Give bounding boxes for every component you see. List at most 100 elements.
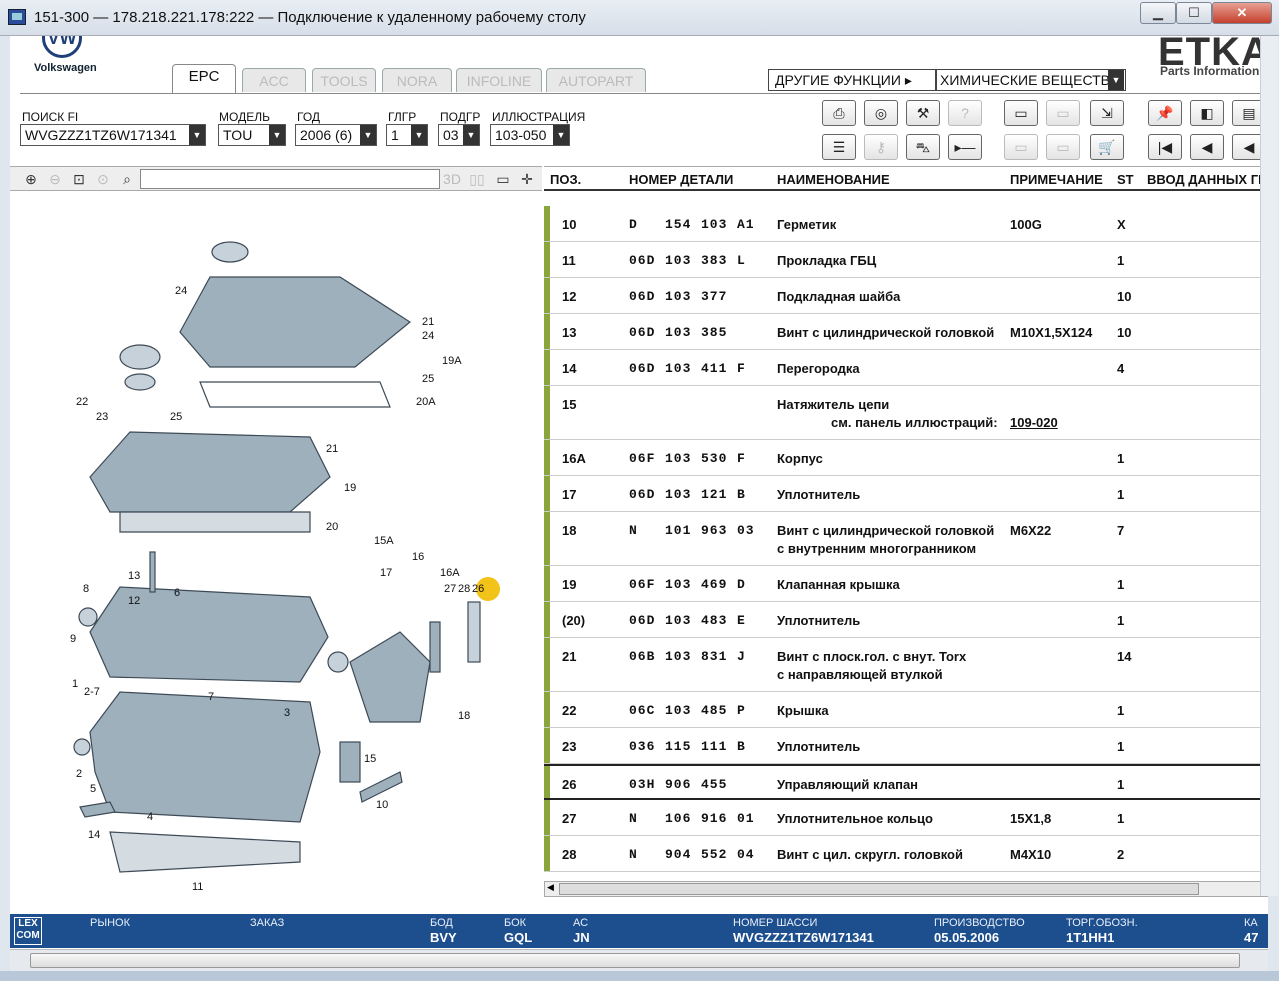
3d-button[interactable]: 3D xyxy=(442,169,462,189)
table-row[interactable]: 22 06C 103 485 P Крышка 1 xyxy=(544,692,1268,728)
other-functions-menu[interactable]: ДРУГИЕ ФУНКЦИИ ▸ xyxy=(768,69,936,91)
prev-page-icon[interactable]: ◀ xyxy=(1190,134,1224,160)
parts-illustration[interactable]: 24 21 24 19A 25 22 23 25 20A 21 19 20 15… xyxy=(10,192,542,912)
podgr-select[interactable]: 03 ▼ xyxy=(438,124,480,146)
split-view-icon[interactable]: ▯▯ xyxy=(466,169,488,189)
rdp-app-icon xyxy=(8,9,26,25)
table-row[interactable]: 28 N 904 552 04 Винт с цил. скругл. головкой M… xyxy=(544,836,1268,872)
scroll-left-icon[interactable]: ◀ xyxy=(547,882,554,893)
zoom-out-icon[interactable]: ⊖ xyxy=(44,169,66,189)
table-row[interactable]: 19 06F 103 469 D Клапанная крышка 1 xyxy=(544,566,1268,602)
col-header-input[interactable]: ВВОД ДАННЫХ ГР xyxy=(1147,172,1267,187)
cell-pos: 23 xyxy=(562,739,577,754)
glgr-select[interactable]: 1 ▼ xyxy=(386,124,428,146)
print-icon[interactable]: ⎙ xyxy=(822,100,856,126)
table-row[interactable]: 13 06D 103 385 Винт с цилиндрической головко… xyxy=(544,314,1268,350)
table-row[interactable]: 23 036 115 111 B Уплотнитель 1 xyxy=(544,728,1268,764)
pin-icon[interactable]: 📌 xyxy=(1148,100,1182,126)
table-row[interactable]: 21 06B 103 831 J Винт с плоск.гол. с внут. To… xyxy=(544,638,1268,692)
chemicals-dropdown-icon[interactable]: ▼ xyxy=(1108,70,1124,90)
zoom-fit-icon[interactable]: ⊡ xyxy=(68,169,90,189)
cart-icon[interactable]: 🛒 xyxy=(1090,134,1124,160)
row-marker xyxy=(544,278,550,313)
cell-name: Уплотнитель xyxy=(777,613,861,628)
car-icon[interactable]: ⛍ xyxy=(906,134,940,160)
callout-label: 13 xyxy=(128,570,140,582)
help-icon[interactable]: ? xyxy=(948,100,982,126)
col-header-pos[interactable]: ПОЗ. xyxy=(550,172,581,187)
window-vertical-scrollbar[interactable] xyxy=(1260,36,1278,896)
compare-icon[interactable]: ▭ xyxy=(1004,134,1038,160)
cell-part-number: 483 xyxy=(701,613,728,628)
chemicals-select[interactable]: ХИМИЧЕСКИЕ ВЕЩЕСТВА xyxy=(936,69,1126,91)
chevron-down-icon[interactable]: ▼ xyxy=(189,125,205,145)
chevron-down-icon[interactable]: ▼ xyxy=(411,125,427,145)
year-select[interactable]: 2006 (6) ▼ xyxy=(295,124,377,146)
chevron-down-icon[interactable]: ▼ xyxy=(553,125,569,145)
table-row[interactable]: 12 06D 103 377 Подкладная шайба 10 xyxy=(544,278,1268,314)
tab-nora[interactable]: NORA xyxy=(382,68,452,92)
cell-part-number: 530 xyxy=(701,451,728,466)
col-header-name[interactable]: НАИМЕНОВАНИЕ xyxy=(777,172,890,187)
chevron-down-icon[interactable]: ▼ xyxy=(360,125,376,145)
key-icon[interactable]: ⚷ xyxy=(864,134,898,160)
tab-infoline[interactable]: INFOLINE xyxy=(456,68,542,92)
table-row[interactable]: 14 06D 103 411 F Перегородка 4 xyxy=(544,350,1268,386)
table-row[interactable]: 27 N 106 916 01 Уплотнительное кольцо 15X1,8 1 xyxy=(544,800,1268,836)
table-row[interactable]: (20) 06D 103 483 E Уплотнитель 1 xyxy=(544,602,1268,638)
table-row[interactable]: 11 06D 103 383 L Прокладка ГБЦ 1 xyxy=(544,242,1268,278)
tab-autopart[interactable]: AUTOPART xyxy=(546,68,646,92)
dealer-icon[interactable]: ▭ xyxy=(1046,134,1080,160)
minimize-button[interactable]: ▁ xyxy=(1140,2,1176,24)
cell-pos: 15 xyxy=(562,397,577,412)
illustration-search-input[interactable] xyxy=(140,169,440,189)
crosshair-icon[interactable]: ✛ xyxy=(516,169,538,189)
illustration-select[interactable]: 103-050 ▼ xyxy=(490,124,570,146)
table-row[interactable]: 17 06D 103 121 B Уплотнитель 1 xyxy=(544,476,1268,512)
zoom-in-icon[interactable]: ⊕ xyxy=(20,169,42,189)
table-row[interactable]: 26 03H 906 455 Управляющий клапан 1 xyxy=(544,764,1268,800)
next-item-icon[interactable]: ▸— xyxy=(948,134,982,160)
search-parts-icon[interactable]: ◎ xyxy=(864,100,898,126)
scroll-thumb[interactable] xyxy=(559,883,1199,895)
cell-part-prefix: 06D xyxy=(629,487,656,502)
row-marker xyxy=(544,314,550,349)
illustration-link[interactable]: 109-020 xyxy=(1010,415,1058,430)
chevron-down-icon[interactable]: ▼ xyxy=(269,125,285,145)
cell-st: 1 xyxy=(1117,739,1125,754)
table-row[interactable]: 18 N 101 963 03 Винт с цилиндрической головко… xyxy=(544,512,1268,566)
elsa-icon[interactable]: ▭ xyxy=(1004,100,1038,126)
close-button[interactable]: ✕ xyxy=(1212,2,1272,24)
model-select[interactable]: TOU ▼ xyxy=(218,124,286,146)
magnifier-icon[interactable]: ⌕ xyxy=(116,169,138,189)
zoom-reset-icon[interactable]: ⊙ xyxy=(92,169,114,189)
table-row[interactable]: 15 Натяжитель цепи см. панель иллюстраций:… xyxy=(544,386,1268,440)
maximize-button[interactable]: ☐ xyxy=(1176,2,1212,24)
window-horizontal-scrollbar[interactable] xyxy=(10,949,1268,971)
col-header-note[interactable]: ПРИМЕЧАНИЕ xyxy=(1010,172,1103,187)
chevron-down-icon[interactable]: ▼ xyxy=(463,125,479,145)
col-header-st[interactable]: ST xyxy=(1117,172,1134,187)
table-row[interactable]: 10 D 154 103 A1 Герметик 100G X xyxy=(544,206,1268,242)
first-page-icon[interactable]: |◀ xyxy=(1148,134,1182,160)
cell-part-number: 377 xyxy=(701,289,728,304)
col-header-part-number[interactable]: НОМЕР ДЕТАЛИ xyxy=(629,172,733,187)
tab-acc[interactable]: ACC xyxy=(242,68,306,92)
cell-part-number: 111 xyxy=(701,739,728,754)
search-fi-field[interactable]: WVGZZZ1TZ6W171341 ▼ xyxy=(20,124,206,146)
cell-part-number: 455 xyxy=(701,777,728,792)
table-row[interactable]: 16A 06F 103 530 F Корпус 1 xyxy=(544,440,1268,476)
tab-tools[interactable]: TOOLS xyxy=(312,68,376,92)
callout-label: 18 xyxy=(458,710,470,722)
cell-name: Управляющий клапан xyxy=(777,777,919,792)
table-horizontal-scrollbar[interactable]: ◀ xyxy=(544,881,1268,897)
tab-epc[interactable]: EPC xyxy=(172,64,236,94)
list-icon[interactable]: ☰ xyxy=(822,134,856,160)
cell-part-group: 103 xyxy=(665,577,692,592)
layout-icon[interactable]: ▭ xyxy=(492,169,514,189)
service-icon[interactable]: ⚒ xyxy=(906,100,940,126)
window-scroll-thumb[interactable] xyxy=(30,953,1240,968)
book-icon[interactable]: ◧ xyxy=(1190,100,1224,126)
depot-icon[interactable]: ▭ xyxy=(1046,100,1080,126)
cart-transfer-icon[interactable]: ⇲ xyxy=(1090,100,1124,126)
